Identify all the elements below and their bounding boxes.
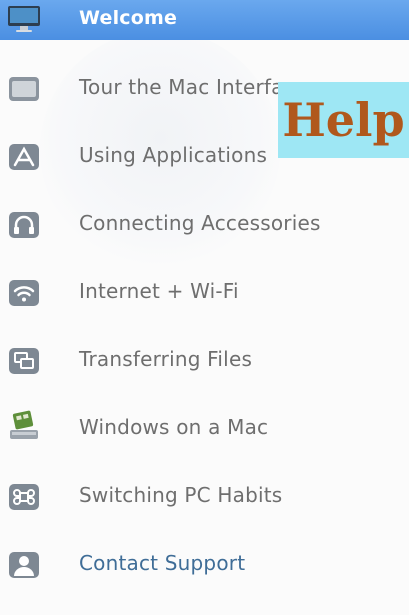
sidebar-item-switching[interactable]: Switching PC Habits [0, 463, 409, 531]
sidebar-item-label: Welcome [79, 7, 178, 29]
windows-drive-icon [6, 410, 42, 442]
sidebar-item-transfer[interactable]: Transferring Files [0, 327, 409, 395]
sidebar-item-windows[interactable]: Windows on a Mac [0, 395, 409, 463]
sidebar-item-label: Internet + Wi-Fi [79, 279, 239, 303]
transfer-icon [6, 346, 42, 376]
display-icon [6, 4, 42, 34]
sidebar-item-label: Tour the Mac Interface [79, 75, 308, 99]
window-icon [6, 74, 42, 104]
wifi-icon [6, 278, 42, 308]
sidebar-item-internet[interactable]: Internet + Wi-Fi [0, 259, 409, 327]
sidebar-item-label: Contact Support [79, 551, 246, 575]
sidebar-item-label: Using Applications [79, 143, 268, 167]
sidebar-item-label: Connecting Accessories [79, 211, 321, 235]
sidebar-item-label: Switching PC Habits [79, 483, 283, 507]
app-store-icon [6, 142, 42, 172]
person-icon [6, 550, 42, 580]
sidebar-item-accessories[interactable]: Connecting Accessories [0, 191, 409, 259]
sidebar-item-label: Windows on a Mac [79, 415, 269, 439]
command-key-icon [6, 482, 42, 512]
help-label-overlay: Help [278, 82, 409, 158]
sidebar-item-welcome[interactable]: Welcome [0, 0, 409, 40]
sidebar-item-label: Transferring Files [79, 347, 253, 371]
headphones-icon [6, 210, 42, 240]
sidebar-item-contact[interactable]: Contact Support [0, 531, 409, 599]
